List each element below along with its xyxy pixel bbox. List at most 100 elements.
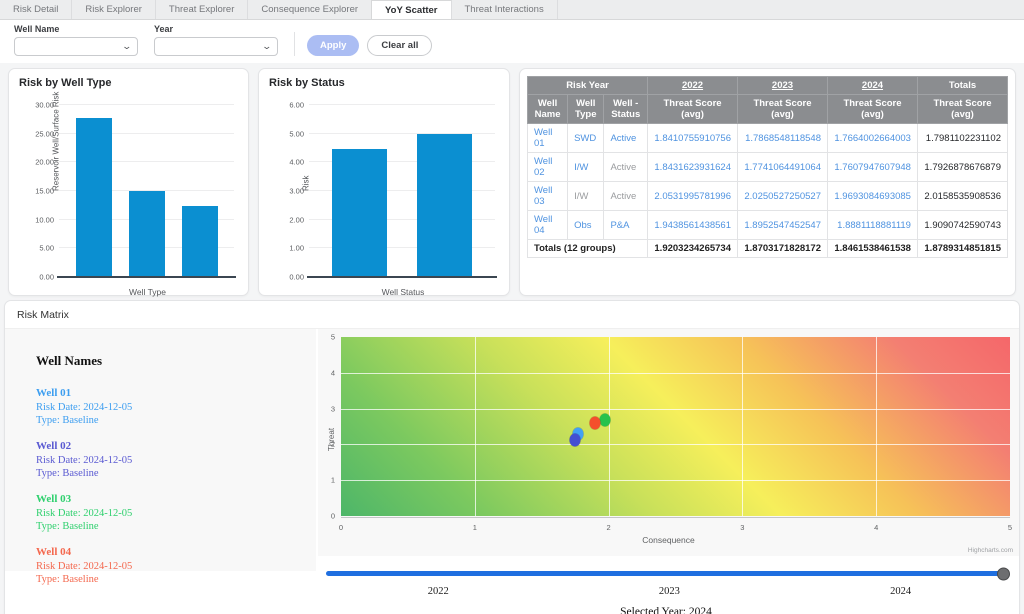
tab-risk-explorer[interactable]: Risk Explorer [72, 0, 156, 19]
risk-matrix-plot [341, 337, 1010, 516]
well-status-cell[interactable]: Active [604, 124, 648, 153]
legend-well-type: Type: Baseline [36, 520, 285, 533]
table-row: Well 02I/WActive1.84316239316241.7741064… [528, 153, 1008, 182]
y-tick-label: 3 [331, 404, 335, 413]
divider [294, 32, 295, 56]
well-status-cell: Active [604, 182, 648, 211]
tab-bar: Risk DetailRisk ExplorerThreat ExplorerC… [0, 0, 1024, 20]
x-axis-label: Well Status [303, 287, 503, 297]
threat-score-cell[interactable]: 1.7868548118548 [738, 124, 828, 153]
threat-score-cell[interactable]: 1.7607947607948 [827, 153, 917, 182]
legend-well-name[interactable]: Well 01 [36, 387, 285, 401]
totals-header: Totals [917, 77, 1007, 95]
year-slider[interactable] [326, 571, 1006, 576]
year-select[interactable]: ⌄ [154, 37, 278, 56]
well-type-cell[interactable]: SWD [568, 124, 604, 153]
y-tick-label: 4.00 [289, 158, 304, 167]
legend-well-risk-date: Risk Date: 2024-12-05 [36, 560, 285, 573]
slider-year-label-2022[interactable]: 2022 [428, 586, 449, 597]
risk-by-well-type-card: Risk by Well Type Reservoir Well/Surface… [8, 68, 249, 296]
legend-well-name[interactable]: Well 04 [36, 546, 285, 560]
year-slider-handle[interactable] [997, 567, 1010, 580]
tab-yoy-scatter[interactable]: YoY Scatter [371, 0, 451, 19]
legend-well-name[interactable]: Well 02 [36, 440, 285, 454]
legend-well-type: Type: Baseline [36, 467, 285, 480]
tab-risk-detail[interactable]: Risk Detail [0, 0, 72, 19]
bar-active[interactable] [332, 149, 387, 277]
y-tick-label: 0 [331, 512, 335, 521]
well-name-label: Well Name [14, 24, 138, 34]
threat-score-table: Risk Year202220232024Totals Well NameWel… [527, 76, 1008, 258]
slider-year-label-2024[interactable]: 2024 [890, 586, 911, 597]
y-tick-label: 1 [331, 476, 335, 485]
totals-row: Totals (12 groups)1.92032342657341.87031… [528, 240, 1008, 258]
risk-matrix-title: Risk Matrix [5, 301, 1019, 328]
well-type-cell[interactable]: I/W [568, 153, 604, 182]
well-status-cell[interactable]: P&A [604, 211, 648, 240]
year-column-header-2023[interactable]: 2023 [738, 77, 828, 95]
threat-score-cell[interactable]: 2.0531995781996 [648, 182, 738, 211]
risk-matrix-card: Risk Matrix Well Names Well 01Risk Date:… [4, 300, 1020, 614]
well-name-cell[interactable]: Well 03 [528, 182, 568, 211]
bar-swd[interactable] [76, 118, 112, 277]
highcharts-credit[interactable]: Highcharts.com [968, 547, 1013, 554]
well-name-cell[interactable]: Well 04 [528, 211, 568, 240]
y-tick-label: 5 [331, 333, 335, 342]
threat-score-cell[interactable]: 2.0250527250527 [738, 182, 828, 211]
year-column-header-2024[interactable]: 2024 [827, 77, 917, 95]
year-column-header-2022[interactable]: 2022 [648, 77, 738, 95]
threat-score-cell[interactable]: 1.9693084693085 [827, 182, 917, 211]
y-tick-label: 25.00 [35, 129, 54, 138]
totals-score-cell: 1.8461538461538 [827, 240, 917, 258]
y-axis-label: Threat [327, 427, 336, 450]
threat-score-header: Threat Score (avg) [648, 95, 738, 124]
slider-year-label-2023[interactable]: 2023 [659, 586, 680, 597]
y-tick-label: 5.00 [289, 129, 304, 138]
table-row: Well 03I/WActive2.05319957819962.0250527… [528, 182, 1008, 211]
well-name-filter: Well Name ⌄ [14, 24, 138, 56]
x-tick-label: 3 [740, 523, 744, 532]
scatter-point-well-03[interactable] [599, 414, 610, 427]
threat-score-cell[interactable]: 1.7664002664003 [827, 124, 917, 153]
threat-score-cell[interactable]: 1.8431623931624 [648, 153, 738, 182]
legend-well-risk-date: Risk Date: 2024-12-05 [36, 401, 285, 414]
y-tick-label: 2.00 [289, 215, 304, 224]
scatter-point-well-04[interactable] [590, 416, 601, 429]
bar-i-w[interactable] [129, 191, 165, 277]
well-name-cell[interactable]: Well 02 [528, 153, 568, 182]
x-axis-label: Consequence [318, 535, 1019, 545]
threat-score-cell[interactable]: 1.8881118881119 [827, 211, 917, 240]
threat-score-cell[interactable]: 1.8952547452547 [738, 211, 828, 240]
legend-well-name[interactable]: Well 03 [36, 493, 285, 507]
well-name-cell[interactable]: Well 01 [528, 124, 568, 153]
well-type-cell: I/W [568, 182, 604, 211]
totals-score-cell: 1.9203234265734 [648, 240, 738, 258]
y-tick-label: 5.00 [39, 244, 54, 253]
x-axis-label: Well Type [53, 287, 242, 297]
bar-p-a[interactable] [417, 134, 472, 277]
legend-well-risk-date: Risk Date: 2024-12-05 [36, 454, 285, 467]
gridline [609, 337, 610, 516]
legend-well-entry: Well 02Risk Date: 2024-12-05Type: Baseli… [36, 440, 285, 480]
y-tick-label: 15.00 [35, 187, 54, 196]
y-tick-label: 30.00 [35, 101, 54, 110]
threat-score-cell[interactable]: 1.9438561438561 [648, 211, 738, 240]
well-type-cell[interactable]: Obs [568, 211, 604, 240]
well-name-header: Well Name [528, 95, 568, 124]
tab-threat-explorer[interactable]: Threat Explorer [156, 0, 248, 19]
year-slider-zone: 2022 2023 2024 [326, 571, 1006, 600]
tab-consequence-explorer[interactable]: Consequence Explorer [248, 0, 372, 19]
scatter-point-well-02[interactable] [570, 434, 581, 447]
apply-button[interactable]: Apply [307, 35, 359, 56]
bar-obs[interactable] [182, 206, 218, 277]
threat-score-cell[interactable]: 1.7741064491064 [738, 153, 828, 182]
y-tick-label: 20.00 [35, 158, 54, 167]
tab-threat-interactions[interactable]: Threat Interactions [452, 0, 558, 19]
chart-title: Risk by Status [269, 77, 503, 89]
clear-all-button[interactable]: Clear all [367, 35, 432, 56]
year-label: Year [154, 24, 278, 34]
threat-score-cell[interactable]: 1.8410755910756 [648, 124, 738, 153]
table-row: Well 01SWDActive1.84107559107561.7868548… [528, 124, 1008, 153]
x-tick-label: 1 [473, 523, 477, 532]
well-name-select[interactable]: ⌄ [14, 37, 138, 56]
